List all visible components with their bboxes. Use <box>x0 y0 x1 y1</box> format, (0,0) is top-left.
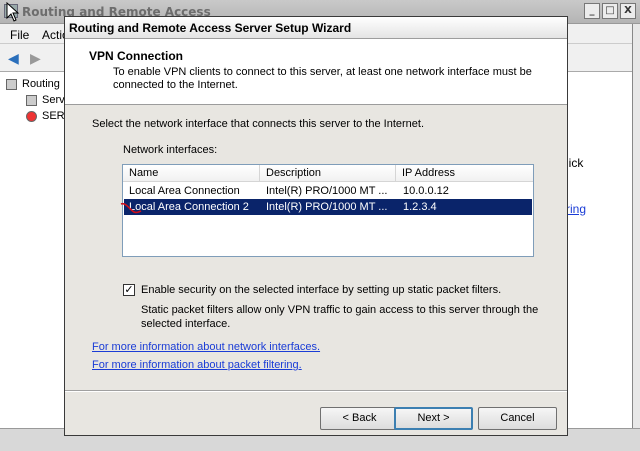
content-fragment-text: lick <box>566 156 584 170</box>
interface-description: Intel(R) PRO/1000 MT ... <box>266 201 388 213</box>
window-controls: _ □ X <box>584 3 636 19</box>
security-checkbox-label[interactable]: Enable security on the selected interfac… <box>141 284 501 296</box>
packet-filtering-info-link[interactable]: For more information about packet filter… <box>92 359 302 371</box>
interface-ip: 10.0.0.12 <box>403 185 449 197</box>
back-arrow-icon[interactable]: ◀ <box>8 51 19 67</box>
wizard-body: Select the network interface that connec… <box>65 106 567 435</box>
server-stopped-icon <box>26 110 37 122</box>
mouse-cursor-icon <box>6 2 20 22</box>
cancel-button[interactable]: Cancel <box>478 407 557 430</box>
dialog-title: Routing and Remote Access Server Setup W… <box>65 17 567 39</box>
wizard-header: VPN Connection To enable VPN clients to … <box>65 39 567 105</box>
scrollbar[interactable] <box>632 24 640 451</box>
instruction-text: Select the network interface that connec… <box>92 118 425 130</box>
list-row-interface-1[interactable]: Local Area Connection Intel(R) PRO/1000 … <box>124 183 532 199</box>
network-interfaces-info-link[interactable]: For more information about network inter… <box>92 341 320 353</box>
content-fragment-link[interactable]: ring <box>566 202 586 216</box>
list-row-interface-2-selected[interactable]: Local Area Connection 2 Intel(R) PRO/100… <box>124 199 532 215</box>
console-tree: Routing Serv SER <box>0 72 70 432</box>
tree-item-server-status[interactable]: Serv <box>26 94 66 106</box>
interface-name: Local Area Connection <box>129 185 240 197</box>
security-description: Static packet filters allow only VPN tra… <box>141 304 539 330</box>
maximize-button[interactable]: □ <box>602 3 618 19</box>
console-content: lick ring <box>560 72 632 432</box>
red-annotation-mark <box>120 202 142 214</box>
security-checkbox[interactable]: ✓ <box>123 284 135 296</box>
interfaces-label: Network interfaces: <box>123 144 218 156</box>
interface-description: Intel(R) PRO/1000 MT ... <box>266 185 388 197</box>
server-icon <box>6 78 17 90</box>
setup-wizard-dialog: Routing and Remote Access Server Setup W… <box>64 16 568 436</box>
page-subtitle: To enable VPN clients to connect to this… <box>113 66 532 91</box>
column-description[interactable]: Description <box>260 165 396 182</box>
back-button[interactable]: < Back <box>320 407 399 430</box>
forward-arrow-icon[interactable]: ▶ <box>30 51 41 67</box>
interface-name: Local Area Connection 2 <box>129 201 249 213</box>
interface-ip: 1.2.3.4 <box>403 201 437 213</box>
tree-item-routing[interactable]: Routing <box>6 78 66 90</box>
column-name[interactable]: Name <box>123 165 260 182</box>
menu-file[interactable]: File <box>10 28 29 42</box>
network-interfaces-list[interactable]: Name Description IP Address Local Area C… <box>122 164 534 257</box>
next-button[interactable]: Next > <box>394 407 473 430</box>
tree-item-server[interactable]: SER <box>26 110 66 122</box>
server-status-icon <box>26 94 37 106</box>
list-header: Name Description IP Address <box>123 165 533 182</box>
column-ip-address[interactable]: IP Address <box>396 165 533 182</box>
button-separator <box>65 390 567 392</box>
close-button[interactable]: X <box>620 3 636 19</box>
minimize-button[interactable]: _ <box>584 3 600 19</box>
page-title: VPN Connection <box>89 49 184 63</box>
